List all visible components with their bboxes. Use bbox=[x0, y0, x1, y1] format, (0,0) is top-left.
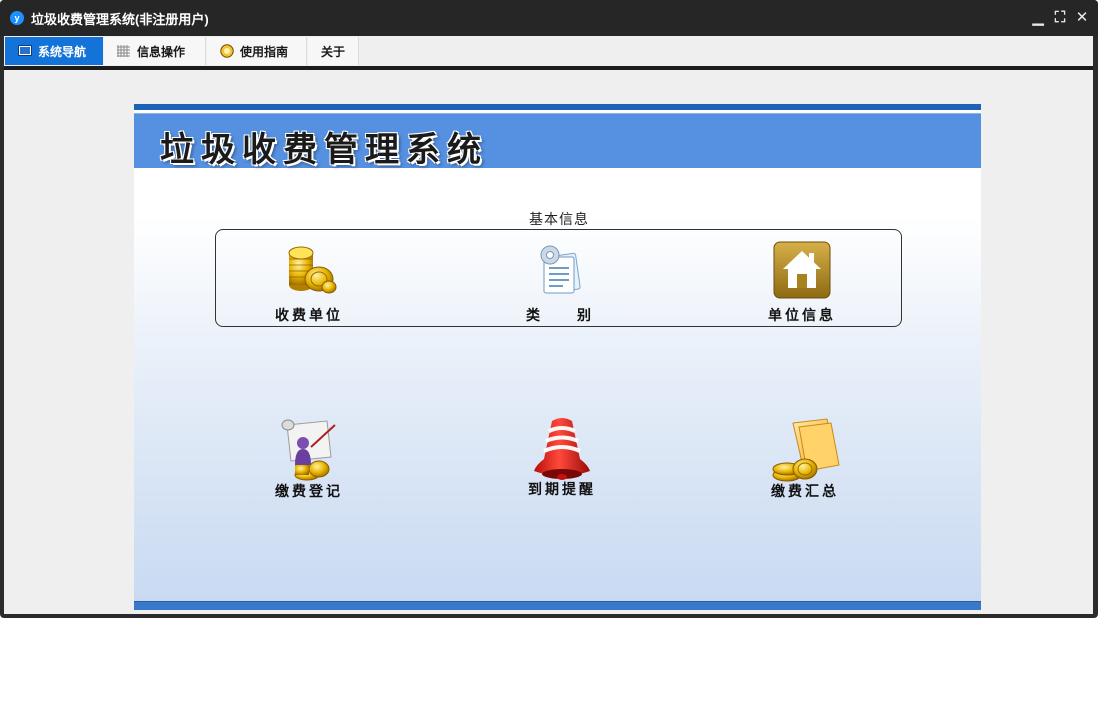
payment-register-button[interactable]: 缴费登记 bbox=[239, 417, 379, 507]
window-title: 垃圾收费管理系统(非注册用户) bbox=[31, 12, 209, 27]
bell-icon bbox=[534, 418, 590, 480]
navigation-panel: 垃圾收费管理系统 基本信息 收费单位 类 别 单位信息 缴费登记 到期提醒 缴费… bbox=[134, 104, 981, 610]
menu-item-label: 系统导航 bbox=[38, 44, 87, 59]
close-button[interactable]: ✕ bbox=[1074, 9, 1090, 25]
menu-bar: 系统导航 信息操作 使用指南 关于 bbox=[4, 36, 1093, 66]
menu-item-label: 信息操作 bbox=[137, 44, 186, 59]
panel-top-border bbox=[134, 104, 981, 110]
section-label: 基本信息 bbox=[529, 211, 589, 227]
menu-item-label: 使用指南 bbox=[240, 44, 289, 59]
menu-item-system-nav[interactable]: 系统导航 bbox=[5, 37, 103, 65]
tile-label: 类 别 bbox=[526, 307, 594, 323]
help-icon bbox=[220, 44, 234, 58]
app-logo-icon: y bbox=[10, 11, 24, 25]
tile-label: 到期提醒 bbox=[528, 481, 596, 497]
panel-bottom-border bbox=[134, 601, 981, 610]
window-controls: ▁ ⛶ ✕ bbox=[1030, 9, 1090, 25]
monitor-icon bbox=[18, 45, 32, 56]
restore-button[interactable]: ⛶ bbox=[1052, 9, 1068, 25]
unit-info-button[interactable]: 单位信息 bbox=[732, 241, 872, 331]
payment-summary-button[interactable]: 缴费汇总 bbox=[735, 417, 875, 507]
minimize-button[interactable]: ▁ bbox=[1030, 9, 1046, 25]
title-bar[interactable]: y 垃圾收费管理系统(非注册用户) ▁ ⛶ ✕ bbox=[0, 0, 1098, 36]
tile-label: 收费单位 bbox=[275, 307, 343, 323]
menu-item-info-ops[interactable]: 信息操作 bbox=[104, 37, 206, 65]
tile-label: 单位信息 bbox=[768, 307, 836, 323]
scroll-person-icon bbox=[281, 419, 336, 481]
app-window: y 垃圾收费管理系统(非注册用户) ▁ ⛶ ✕ 系统导航 信息操作 使用指南 关… bbox=[0, 0, 1098, 618]
settings-document-icon bbox=[540, 245, 581, 294]
gold-coins-icon bbox=[288, 246, 337, 294]
menu-item-about[interactable]: 关于 bbox=[308, 37, 359, 65]
header-banner: 垃圾收费管理系统 bbox=[134, 113, 981, 170]
folder-coins-icon bbox=[772, 418, 840, 482]
fee-unit-button[interactable]: 收费单位 bbox=[239, 241, 379, 331]
banner-title: 垃圾收费管理系统 bbox=[160, 130, 488, 170]
menu-item-user-guide[interactable]: 使用指南 bbox=[207, 37, 307, 65]
expiry-reminder-button[interactable]: 到期提醒 bbox=[492, 415, 632, 505]
category-button[interactable]: 类 别 bbox=[490, 241, 630, 331]
tile-label: 缴费汇总 bbox=[771, 483, 839, 499]
tile-label: 缴费登记 bbox=[275, 483, 343, 499]
menu-item-label: 关于 bbox=[321, 44, 346, 59]
grid-icon bbox=[117, 45, 130, 57]
house-icon bbox=[773, 241, 831, 299]
